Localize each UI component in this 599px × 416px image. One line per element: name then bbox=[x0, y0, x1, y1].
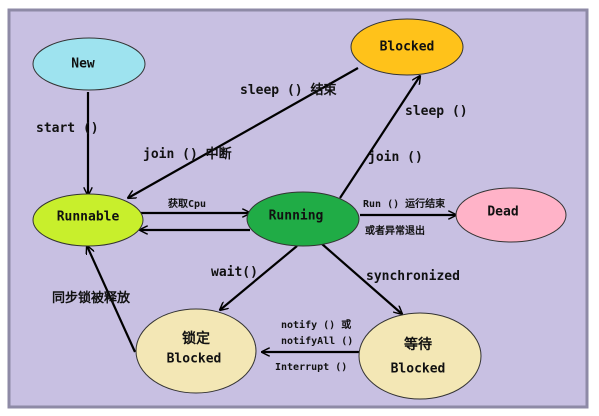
state-blocked-top-label: Blocked bbox=[380, 40, 435, 55]
state-lock-blocked-line1: 锁定 bbox=[182, 330, 210, 347]
state-runnable-label: Runnable bbox=[57, 210, 120, 225]
state-running: Running bbox=[246, 191, 360, 247]
state-lock-blocked-line2: Blocked bbox=[167, 352, 222, 367]
state-running-label: Running bbox=[269, 209, 324, 224]
label-run-end-1: Run () 运行结束 bbox=[363, 197, 446, 210]
state-blocked-top: Blocked bbox=[350, 18, 464, 76]
label-run-end-2: 或者异常退出 bbox=[365, 224, 425, 237]
label-notify-1: notify () 或 bbox=[281, 318, 351, 331]
label-lock-released: 同步锁被释放 bbox=[52, 290, 131, 306]
label-synchronized: synchronized bbox=[366, 269, 460, 284]
state-runnable: Runnable bbox=[32, 193, 144, 247]
state-wait-blocked-line2: Blocked bbox=[391, 362, 446, 377]
label-join-interrupt: join () 中断 bbox=[143, 146, 232, 162]
thread-state-diagram: New Blocked Runnable Running Dead 锁定 Blo… bbox=[7, 8, 589, 409]
state-wait-blocked: 等待 Blocked bbox=[358, 312, 482, 400]
state-lock-blocked: 锁定 Blocked bbox=[135, 308, 257, 394]
label-sleep-end: sleep () 结束 bbox=[240, 82, 337, 98]
label-join: join () bbox=[368, 150, 423, 165]
state-dead-label: Dead bbox=[487, 205, 518, 220]
label-sleep: sleep () bbox=[405, 104, 468, 119]
state-new: New bbox=[32, 37, 146, 91]
label-notify-2: notifyAll () bbox=[281, 335, 353, 347]
state-new-label: New bbox=[71, 57, 95, 72]
label-wait: wait() bbox=[211, 265, 258, 280]
label-start: start () bbox=[36, 121, 99, 136]
state-dead: Dead bbox=[455, 187, 567, 243]
state-wait-blocked-line1: 等待 bbox=[404, 336, 432, 353]
label-get-cpu: 获取Cpu bbox=[167, 197, 206, 210]
label-interrupt: Interrupt () bbox=[275, 362, 347, 373]
